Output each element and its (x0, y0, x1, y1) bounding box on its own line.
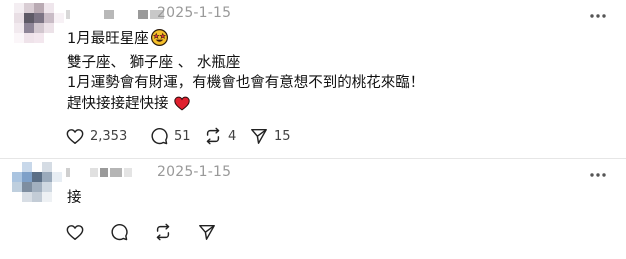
heart-outline-icon (66, 128, 84, 144)
reply-timestamp: 2025-1-15 (157, 164, 232, 180)
post-line-text: 1月最旺星座 (67, 31, 149, 47)
post: 2025-1-15 1月最旺星座 雙子座、 獅子座 、 水瓶座 1月運勢會有財運… (0, 0, 626, 159)
like-button[interactable]: 2,353 (66, 128, 150, 145)
star-struck-emoji (150, 28, 168, 53)
like-count: 2,353 (90, 128, 128, 144)
heart-outline-icon (66, 224, 84, 240)
repost-arrows-icon (156, 223, 170, 241)
more-horizontal-icon (590, 14, 606, 18)
send-paper-plane-icon (251, 128, 267, 144)
post-line: 1月最旺星座 (67, 28, 424, 53)
post-line: 趕快接接趕快接 (67, 94, 424, 118)
red-heart-emoji (173, 96, 190, 118)
username[interactable] (66, 10, 164, 19)
share-button[interactable]: 15 (250, 127, 296, 145)
more-options-button[interactable] (588, 167, 608, 183)
post-line: 1月運勢會有財運，有機會也會有意想不到的桃花來臨！ (67, 75, 425, 91)
comment-bubble-icon (111, 223, 128, 241)
comment-count: 51 (174, 128, 191, 144)
share-count: 15 (274, 128, 291, 144)
post-timestamp: 2025-1-15 (157, 5, 232, 21)
reply-body: 接 (67, 188, 82, 209)
repost-button[interactable] (154, 223, 198, 241)
share-button[interactable] (198, 223, 242, 241)
username[interactable] (66, 168, 132, 177)
post-body: 1月最旺星座 雙子座、 獅子座 、 水瓶座 1月運勢會有財運，有機會也會有意想不… (67, 28, 425, 118)
post-line: 雙子座、 獅子座 、 水瓶座 (67, 54, 241, 71)
like-button[interactable] (66, 224, 110, 241)
repost-count: 4 (228, 128, 237, 144)
post-actions: 2,353 51 4 15 (66, 127, 296, 145)
reply-post: 2025-1-15 接 (0, 158, 626, 259)
comment-button[interactable] (110, 223, 154, 241)
comment-button[interactable]: 51 (150, 127, 204, 145)
avatar[interactable] (12, 162, 62, 212)
repost-button[interactable]: 4 (204, 127, 250, 145)
thread-page: 2025-1-15 1月最旺星座 雙子座、 獅子座 、 水瓶座 1月運勢會有財運… (0, 0, 626, 259)
avatar[interactable] (14, 3, 64, 53)
post-line-text: 趕快接接趕快接 (67, 95, 169, 112)
comment-bubble-icon (151, 127, 168, 145)
more-options-button[interactable] (588, 8, 608, 24)
reply-actions (66, 223, 242, 241)
send-paper-plane-icon (199, 224, 215, 240)
more-horizontal-icon (590, 173, 606, 177)
repost-arrows-icon (206, 127, 220, 145)
post-line: 接 (67, 190, 82, 206)
